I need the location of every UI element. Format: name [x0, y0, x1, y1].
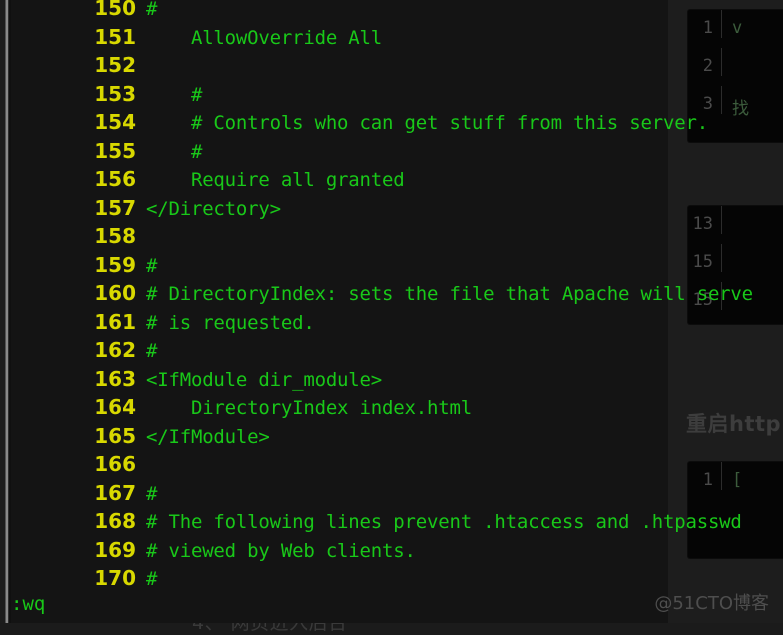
code-line[interactable]: 166 [11, 450, 671, 479]
background-code-row: 15 [688, 244, 783, 282]
line-number: 150 [94, 0, 136, 20]
line-source[interactable]: <IfModule dir_module> [146, 366, 382, 395]
code-line[interactable]: 170 # [11, 564, 671, 593]
code-line[interactable]: 150 # [11, 0, 671, 23]
line-number: 155 [94, 138, 136, 163]
line-number: 169 [94, 537, 136, 562]
line-source[interactable]: # [146, 565, 157, 594]
line-source[interactable]: # [146, 0, 157, 24]
line-source[interactable]: # [146, 138, 202, 167]
line-number: 152 [94, 53, 136, 77]
line-number: 151 [94, 24, 136, 49]
code-line[interactable]: 153 # [11, 80, 671, 109]
code-line[interactable]: 168 # The following lines prevent .htacce… [11, 507, 742, 536]
code-line[interactable]: 151 AllowOverride All [11, 23, 671, 52]
code-line[interactable]: 162 # [11, 336, 671, 365]
code-line[interactable]: 164 DirectoryIndex index.html [11, 393, 671, 422]
background-code-line-number: 15 [688, 244, 722, 272]
background-code-source: 找 [732, 99, 749, 119]
line-number: 165 [94, 423, 136, 448]
background-code-source [722, 206, 732, 214]
background-code-line-number: 1 [688, 10, 722, 38]
line-source[interactable]: # Controls who can get stuff from this s… [146, 109, 708, 138]
background-code-line-number: 1 [688, 462, 722, 490]
line-source[interactable]: Require all granted [146, 166, 405, 195]
background-code-source [722, 48, 732, 56]
line-source[interactable]: AllowOverride All [146, 24, 382, 53]
line-number: 170 [94, 566, 136, 590]
code-line[interactable]: 156 Require all granted [11, 165, 671, 194]
line-number: 159 [94, 252, 136, 277]
watermark: @51CTO博客 [654, 593, 769, 614]
line-number: 167 [94, 480, 136, 505]
background-code-line-number: 2 [688, 48, 722, 76]
line-source[interactable]: </IfModule> [146, 423, 270, 452]
code-line[interactable]: 154 # Controls who can get stuff from th… [11, 108, 708, 137]
background-code-source [722, 244, 732, 252]
line-source[interactable]: </Directory> [146, 195, 281, 224]
line-source[interactable]: # [146, 480, 157, 509]
code-line[interactable]: 161 # is requested. [11, 308, 671, 337]
line-source[interactable]: # [146, 252, 157, 281]
line-number: 154 [94, 110, 136, 134]
code-line[interactable]: 167 # [11, 479, 671, 508]
code-line[interactable]: 169 # viewed by Web clients. [11, 536, 671, 565]
background-code-row: 1v [688, 10, 783, 48]
code-line[interactable]: 158 [11, 222, 671, 251]
line-number: 158 [94, 224, 136, 248]
code-line[interactable]: 155 # [11, 137, 671, 166]
code-line[interactable]: 160 # DirectoryIndex: sets the file that … [11, 279, 753, 308]
background-code-row: 1[ [688, 462, 783, 500]
line-number: 166 [94, 452, 136, 476]
line-source[interactable]: DirectoryIndex index.html [146, 394, 472, 423]
code-line[interactable]: 152 [11, 51, 671, 80]
line-number: 153 [94, 81, 136, 106]
code-line[interactable]: 157 </Directory> [11, 194, 671, 223]
line-number: 164 [94, 395, 136, 419]
line-source[interactable]: # DirectoryIndex: sets the file that Apa… [146, 280, 753, 309]
vim-buffer[interactable]: 150 #151 AllowOverride All 152 153 #154 # C… [11, 0, 753, 593]
background-code-line-number: 13 [688, 206, 722, 234]
background-code-row: 2 [688, 48, 783, 86]
background-text-line: 重启http [686, 412, 782, 436]
code-line[interactable]: 159 # [11, 251, 671, 280]
line-number: 161 [94, 309, 136, 334]
line-source[interactable]: # is requested. [146, 309, 315, 338]
line-number: 162 [94, 338, 136, 362]
code-line[interactable]: 163 <IfModule dir_module> [11, 365, 671, 394]
line-source[interactable]: # The following lines prevent .htaccess … [146, 508, 742, 537]
line-number: 157 [94, 195, 136, 220]
line-source[interactable]: # [146, 337, 157, 366]
background-code-row: 13 [688, 206, 783, 244]
line-source[interactable]: # viewed by Web clients. [146, 537, 416, 566]
background-code-source: [ [732, 470, 743, 490]
line-number: 163 [94, 366, 136, 391]
line-number: 156 [94, 167, 136, 191]
background-code-source: v [732, 18, 743, 38]
line-number: 168 [94, 509, 136, 533]
line-number: 160 [94, 281, 136, 305]
terminal-left-edge [0, 0, 11, 623]
line-source[interactable]: # [146, 81, 202, 110]
vim-command-line[interactable]: :wq [11, 593, 45, 615]
code-line[interactable]: 165 </IfModule> [11, 422, 671, 451]
terminal-window[interactable]: 150 #151 AllowOverride All 152 153 #154 # C… [0, 0, 753, 623]
